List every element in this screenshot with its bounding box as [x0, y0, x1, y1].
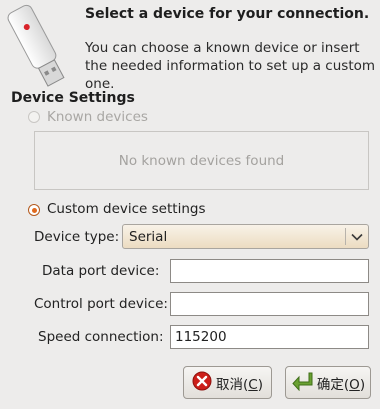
cancel-label: 取消(C) — [216, 376, 263, 393]
control-port-input[interactable] — [170, 292, 369, 316]
speed-label: Speed connection: — [38, 329, 164, 345]
device-type-label: Device type: — [34, 229, 120, 245]
speed-input[interactable]: 115200 — [170, 325, 369, 349]
known-devices-label[interactable]: Known devices — [47, 109, 148, 125]
dialog-description: You can choose a known device or insert … — [85, 40, 376, 92]
enter-arrow-icon — [291, 371, 313, 395]
data-port-label: Data port device: — [42, 263, 160, 279]
known-devices-radio[interactable] — [28, 111, 40, 123]
known-devices-list: No known devices found — [34, 131, 369, 190]
ok-label: 确定(O) — [316, 376, 366, 393]
usb-modem-icon — [2, 0, 74, 92]
device-settings-title: Device Settings — [11, 90, 135, 106]
dialog-heading: Select a device for your connection. — [85, 6, 370, 22]
select-divider — [345, 228, 346, 245]
cancel-icon — [192, 371, 212, 395]
custom-device-radio[interactable] — [28, 204, 40, 216]
device-type-select[interactable]: Serial — [122, 224, 369, 249]
device-type-value: Serial — [129, 229, 168, 245]
known-devices-empty-text: No known devices found — [118, 152, 285, 169]
ok-button[interactable]: 确定(O) — [285, 366, 371, 399]
data-port-input[interactable] — [170, 259, 369, 283]
chevron-down-icon — [350, 230, 364, 244]
cancel-button[interactable]: 取消(C) — [183, 366, 272, 399]
control-port-label: Control port device: — [34, 296, 168, 312]
custom-device-label[interactable]: Custom device settings — [47, 201, 205, 217]
